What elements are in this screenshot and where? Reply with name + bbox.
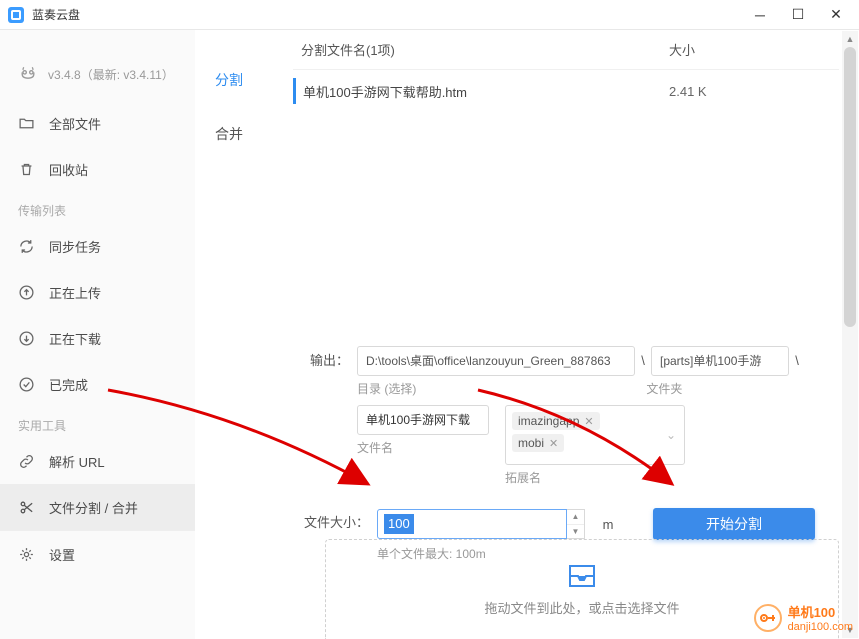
path-separator: \ <box>635 346 651 376</box>
watermark-icon <box>754 604 782 632</box>
sidebar-section-tool: 实用工具 <box>0 407 195 438</box>
spin-up-icon[interactable]: ▲ <box>567 510 584 525</box>
sidebar-item-split-merge[interactable]: 文件分割 / 合并 <box>0 484 195 530</box>
table-row[interactable]: 单机100手游网下载帮助.htm 2.41 K <box>293 70 839 112</box>
ext-tag[interactable]: imazingapp✕ <box>512 412 600 430</box>
sidebar-section-transfer: 传输列表 <box>0 192 195 223</box>
version-text: v3.4.8（最新: v3.4.11） <box>48 66 174 83</box>
tag-remove-icon[interactable]: ✕ <box>584 415 593 428</box>
scrollbar[interactable]: ▲ ▼ <box>842 31 858 638</box>
start-split-button[interactable]: 开始分割 <box>653 508 815 540</box>
watermark: 单机100 danji100.com <box>754 602 853 633</box>
output-dir-input[interactable]: D:\tools\桌面\office\lanzouyun_Green_88786… <box>357 346 635 376</box>
sidebar-item-uploading[interactable]: 正在上传 <box>0 269 195 315</box>
folder-icon <box>18 115 35 132</box>
minimize-button[interactable]: ─ <box>753 8 767 22</box>
inbox-icon <box>566 562 598 590</box>
tabs: 分割 合并 <box>215 70 243 144</box>
sidebar-item-label: 已完成 <box>49 375 88 394</box>
sidebar-item-label: 设置 <box>49 545 75 564</box>
size-input[interactable]: 100 <box>377 509 567 539</box>
tag-remove-icon[interactable]: ✕ <box>549 437 558 450</box>
version-row[interactable]: v3.4.8（最新: v3.4.11） <box>0 58 195 100</box>
tab-merge[interactable]: 合并 <box>215 124 243 144</box>
extension-select[interactable]: imazingapp✕ mobi✕ ⌄ <box>505 405 685 465</box>
col-size[interactable]: 大小 <box>669 40 829 59</box>
size-label: 文件大小： <box>299 508 377 538</box>
close-button[interactable]: ✕ <box>829 8 843 22</box>
check-circle-icon <box>18 376 35 393</box>
ext-tag[interactable]: mobi✕ <box>512 434 564 452</box>
dir-sublabel: 目录 (选择) <box>357 380 416 397</box>
filename-sublabel: 文件名 <box>357 439 489 456</box>
sidebar-item-label: 回收站 <box>49 160 88 179</box>
app-title: 蓝奏云盘 <box>32 6 80 23</box>
link-icon <box>18 453 35 470</box>
watermark-title: 单机100 <box>788 602 853 621</box>
window-controls: ─ ☐ ✕ <box>753 8 851 22</box>
drop-text: 拖动文件到此处，或点击选择文件 <box>484 598 679 617</box>
scroll-up-icon[interactable]: ▲ <box>842 31 858 47</box>
dir-select-link[interactable]: (选择) <box>384 382 416 396</box>
sidebar-item-all-files[interactable]: 全部文件 <box>0 100 195 146</box>
upload-icon <box>18 284 35 301</box>
chevron-down-icon[interactable]: ⌄ <box>666 428 676 442</box>
filename-input[interactable]: 单机100手游网下载 <box>357 405 489 435</box>
trash-icon <box>18 161 35 178</box>
sidebar-item-recycle[interactable]: 回收站 <box>0 146 195 192</box>
sidebar-item-label: 正在下载 <box>49 329 101 348</box>
size-value: 100 <box>384 514 414 534</box>
title-bar: 蓝奏云盘 ─ ☐ ✕ <box>0 0 859 30</box>
path-separator-end: \ <box>789 346 805 376</box>
sync-icon <box>18 238 35 255</box>
app-icon <box>8 7 24 23</box>
main-panel: 分割 合并 分割文件名(1项) 大小 单机100手游网下载帮助.htm 2.41… <box>195 30 859 639</box>
sidebar-item-label: 文件分割 / 合并 <box>49 498 138 517</box>
size-unit: m <box>593 509 623 539</box>
sidebar: v3.4.8（最新: v3.4.11） 全部文件 回收站 传输列表 同步任务 正… <box>0 30 195 639</box>
output-folder-input[interactable]: [parts]单机100手游 <box>651 346 789 376</box>
cell-size: 2.41 K <box>669 84 829 99</box>
sidebar-item-label: 全部文件 <box>49 114 101 133</box>
tab-split[interactable]: 分割 <box>215 70 243 90</box>
spin-down-icon[interactable]: ▼ <box>567 525 584 539</box>
col-filename[interactable]: 分割文件名(1项) <box>293 40 669 59</box>
sidebar-item-label: 同步任务 <box>49 237 101 256</box>
table-header: 分割文件名(1项) 大小 <box>293 30 839 70</box>
sidebar-item-parse-url[interactable]: 解析 URL <box>0 438 195 484</box>
output-label: 输出： <box>299 346 357 376</box>
sidebar-item-label: 正在上传 <box>49 283 101 302</box>
form: 输出： D:\tools\桌面\office\lanzouyun_Green_8… <box>299 346 839 562</box>
gear-icon <box>18 546 35 563</box>
github-icon <box>18 64 38 84</box>
size-spinner[interactable]: ▲▼ <box>567 509 585 539</box>
sidebar-item-downloading[interactable]: 正在下载 <box>0 315 195 361</box>
sidebar-item-completed[interactable]: 已完成 <box>0 361 195 407</box>
scrollbar-thumb[interactable] <box>844 47 856 327</box>
download-icon <box>18 330 35 347</box>
cell-filename: 单机100手游网下载帮助.htm <box>293 82 669 101</box>
watermark-url: danji100.com <box>788 621 853 633</box>
sidebar-item-settings[interactable]: 设置 <box>0 531 195 577</box>
folder-sublabel: 文件夹 <box>646 380 682 397</box>
panel: 分割文件名(1项) 大小 单机100手游网下载帮助.htm 2.41 K 输出：… <box>293 30 839 639</box>
sidebar-item-label: 解析 URL <box>49 452 105 471</box>
sidebar-item-sync[interactable]: 同步任务 <box>0 223 195 269</box>
ext-sublabel: 拓展名 <box>505 469 685 486</box>
maximize-button[interactable]: ☐ <box>791 8 805 22</box>
scissors-icon <box>18 499 35 516</box>
